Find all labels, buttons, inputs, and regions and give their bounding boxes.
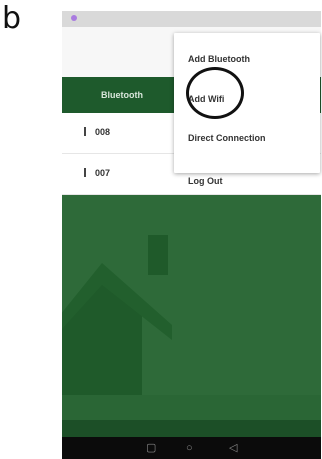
recents-square-icon[interactable]: ▢ xyxy=(146,442,156,454)
menu-item-log-out[interactable]: Log Out xyxy=(188,176,223,186)
android-nav-bar: ▢ ○ ◁ xyxy=(62,437,321,459)
menu-item-direct-connection[interactable]: Direct Connection xyxy=(188,133,266,143)
home-background xyxy=(62,195,321,443)
status-bar xyxy=(62,11,321,27)
device-icon xyxy=(84,168,86,177)
highlight-circle xyxy=(186,67,244,119)
notification-dot-icon xyxy=(71,15,77,22)
device-icon xyxy=(84,127,86,136)
back-triangle-icon[interactable]: ◁ xyxy=(229,442,237,454)
device-label: 007 xyxy=(95,168,111,178)
tab-bluetooth[interactable]: Bluetooth xyxy=(62,77,182,113)
status-left xyxy=(68,15,77,22)
house-illustration-icon xyxy=(62,195,321,443)
figure-label: b xyxy=(2,1,22,36)
home-circle-icon[interactable]: ○ xyxy=(186,442,193,454)
device-label: 008 xyxy=(95,127,111,137)
menu-item-add-bluetooth[interactable]: Add Bluetooth xyxy=(188,54,250,64)
